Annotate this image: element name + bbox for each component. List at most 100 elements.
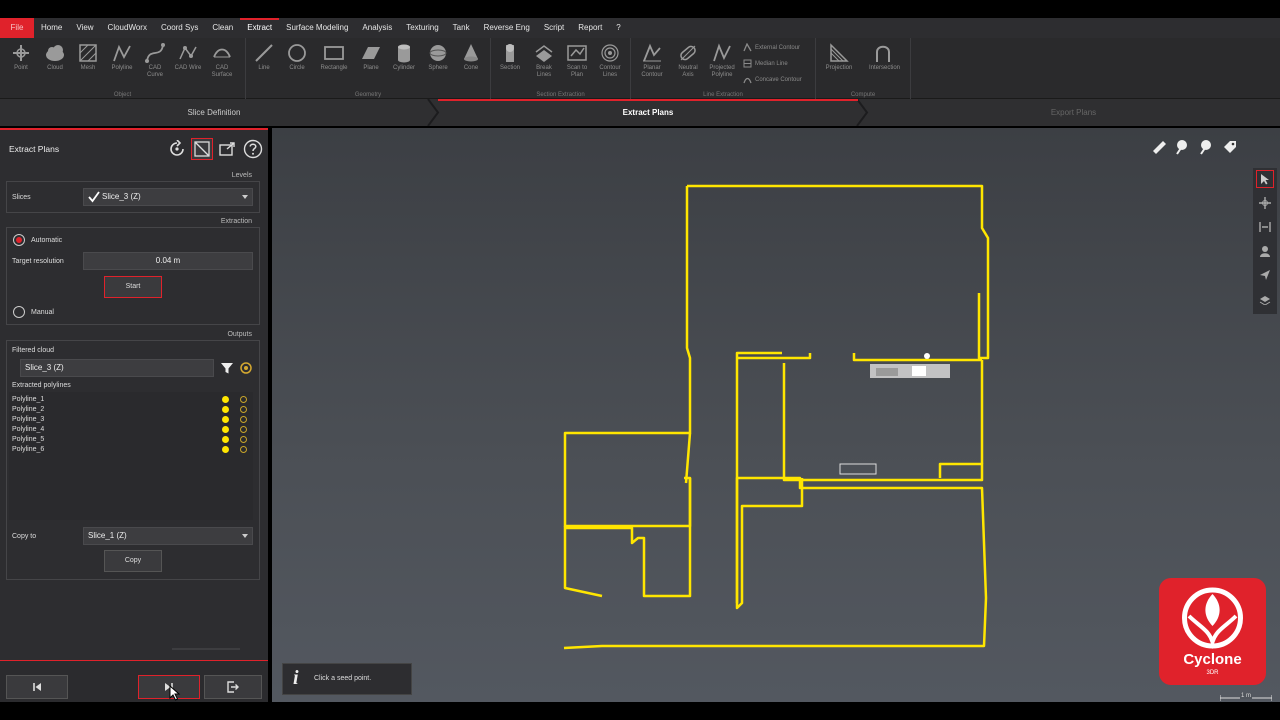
list-item[interactable]: Polyline_5 [12,435,252,445]
menu-file[interactable]: File [0,18,34,38]
fit-tool-button[interactable] [1256,218,1274,236]
tool-rectangle[interactable]: Rectangle [320,42,348,72]
export-button[interactable] [216,138,238,160]
tool-external-contour[interactable]: External Contour [743,43,800,52]
color-dot-icon[interactable] [222,426,229,433]
3d-viewport[interactable] [272,128,1280,702]
tool-cone[interactable]: Cone [457,42,485,72]
tool-section[interactable]: Section [496,42,524,72]
reset-button[interactable] [166,138,188,160]
tool-polyline[interactable]: Polyline [108,42,136,72]
tool-sphere[interactable]: Sphere [424,42,452,72]
menu-reverse-eng[interactable]: Reverse Eng [477,18,537,38]
eye-icon[interactable] [240,406,247,413]
resize-grip[interactable] [172,648,240,650]
color-dot-icon[interactable] [222,446,229,453]
slices-dropdown[interactable]: Slice_3 (Z) [83,188,253,206]
list-item[interactable]: Polyline_3 [12,415,252,425]
color-dot-icon[interactable] [222,406,229,413]
step-extract-plans[interactable]: Extract Plans [438,99,858,126]
help-button[interactable] [242,138,264,160]
annotate-alt-button[interactable] [1197,138,1215,156]
list-item[interactable]: Polyline_1 [12,395,252,405]
eye-icon[interactable] [240,436,247,443]
eye-icon[interactable] [240,426,247,433]
menu-surface-modeling[interactable]: Surface Modeling [279,18,355,38]
annotate-button[interactable] [1173,138,1191,156]
tool-cylinder[interactable]: Cylinder [390,42,418,72]
tool-plane[interactable]: Plane [357,42,385,72]
color-dot-icon[interactable] [222,396,229,403]
pan-tool-button[interactable] [1256,194,1274,212]
manual-radio[interactable] [13,306,25,318]
menu-tank[interactable]: Tank [446,18,477,38]
step-slice-definition[interactable]: Slice Definition [0,99,428,126]
tool-planar-contour[interactable]: Planar Contour [638,42,666,79]
tool-cad-wire[interactable]: CAD Wire [174,42,202,72]
tool-neutral-axis[interactable]: Neutral Axis [674,42,702,79]
tool-contour-lines[interactable]: Contour Lines [596,42,624,79]
color-dot-icon[interactable] [222,436,229,443]
polyline-icon [113,44,131,62]
eye-icon[interactable] [240,446,247,453]
menu-clean[interactable]: Clean [205,18,240,38]
tag-button[interactable] [1221,138,1239,156]
tool-cloud[interactable]: Cloud [41,42,69,72]
menu-view[interactable]: View [69,18,100,38]
check-icon [88,191,100,203]
color-dot-icon[interactable] [222,416,229,423]
first-step-button[interactable] [6,675,68,699]
tool-concave-contour[interactable]: Concave Contour [743,75,802,84]
select-tool-button[interactable] [1256,170,1274,188]
ribbon-group-geometry: Line Circle Rectangle Plane Cylinder Sph… [246,38,491,99]
tool-mesh[interactable]: Mesh [74,42,102,72]
copy-button[interactable]: Copy [104,550,162,572]
slices-label: Slices [12,194,31,201]
menu-texturing[interactable]: Texturing [399,18,445,38]
tool-circle[interactable]: Circle [283,42,311,72]
draw-mode-button[interactable] [191,138,213,160]
list-item[interactable]: Polyline_6 [12,445,252,455]
logo-name: Cyclone [1183,651,1242,668]
median-line-icon [743,59,752,68]
measure-button[interactable] [1150,138,1168,156]
exit-button[interactable] [204,675,262,699]
menu-coord-sys[interactable]: Coord Sys [154,18,205,38]
projected-polyline-icon [713,43,731,62]
tool-cad-curve[interactable]: CAD Curve [141,42,169,79]
start-button[interactable]: Start [104,276,162,298]
list-item[interactable]: Polyline_4 [12,425,252,435]
tool-line[interactable]: Line [250,42,278,72]
layers-tool-button[interactable] [1256,290,1274,308]
menu-extract[interactable]: Extract [240,18,280,38]
filter-button[interactable] [220,361,234,375]
tool-point[interactable]: Point [7,42,35,72]
tool-projected-polyline[interactable]: Projected Polyline [708,42,736,79]
menu-cloudworx[interactable]: CloudWorx [101,18,154,38]
tool-median-line[interactable]: Median Line [743,59,788,68]
tool-projection[interactable]: Projection [825,42,853,72]
tool-cad-surface[interactable]: CAD Surface [208,42,236,79]
ribbon-group-compute: Projection Intersection Compute [816,38,911,99]
target-resolution-field[interactable]: 0.04 m [83,252,253,270]
menu-analysis[interactable]: Analysis [355,18,399,38]
tool-intersection[interactable]: Intersection [869,42,900,72]
list-item[interactable]: Polyline_2 [12,405,252,415]
viewpoint-tool-button[interactable] [1256,242,1274,260]
rectangle-icon [324,46,344,60]
menu-script[interactable]: Script [537,18,571,38]
filtered-cloud-field[interactable]: Slice_3 (Z) [20,359,214,377]
menu-help[interactable]: ? [609,18,627,38]
eye-icon[interactable] [240,396,247,403]
tool-break-lines[interactable]: Break Lines [530,42,558,79]
copy-to-dropdown[interactable]: Slice_1 (Z) [83,527,253,545]
eye-icon[interactable] [240,416,247,423]
menu-report[interactable]: Report [571,18,609,38]
automatic-radio[interactable] [13,234,25,246]
concave-contour-icon [743,77,752,84]
navigate-tool-button[interactable] [1256,266,1274,284]
tool-scan-to-plan[interactable]: Scan to Plan [563,42,591,79]
ribbon-group-object: Point Cloud Mesh Polyline CAD Curve CAD … [0,38,246,99]
menu-home[interactable]: Home [34,18,69,38]
cloud-visibility-toggle[interactable] [240,362,252,374]
